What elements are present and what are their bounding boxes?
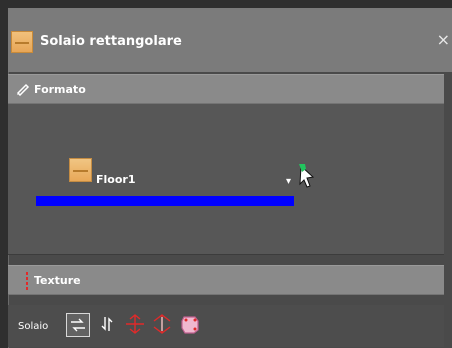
direction-vertical-icon[interactable]: [96, 313, 120, 337]
red-arrow-icon[interactable]: [124, 313, 148, 337]
chevron-down-icon[interactable]: ▾: [286, 176, 291, 187]
floor-name: Floor1: [96, 173, 136, 186]
floor-icon: [69, 158, 92, 182]
pointer-icon: [299, 164, 315, 188]
toolbar: Solaio: [8, 305, 444, 347]
formato-label: Formato: [34, 83, 86, 96]
red-arrow-alt-icon[interactable]: [151, 313, 175, 337]
direction-horizontal-icon[interactable]: [66, 313, 90, 337]
brush-icon: [16, 83, 30, 96]
title-bar: Solaio rettangolare ×: [8, 8, 452, 72]
panel-title: Solaio rettangolare: [40, 34, 182, 49]
close-button[interactable]: ×: [437, 30, 450, 49]
pink-shape-icon[interactable]: [179, 313, 203, 337]
texture-header[interactable]: Texture: [8, 265, 444, 295]
formato-header[interactable]: Formato: [8, 74, 444, 104]
floor-icon: [11, 31, 33, 53]
toolbar-label: Solaio: [18, 321, 49, 332]
blue-bar: [36, 196, 294, 206]
texture-label: Texture: [34, 274, 81, 287]
red-dots-icon: [25, 272, 29, 293]
